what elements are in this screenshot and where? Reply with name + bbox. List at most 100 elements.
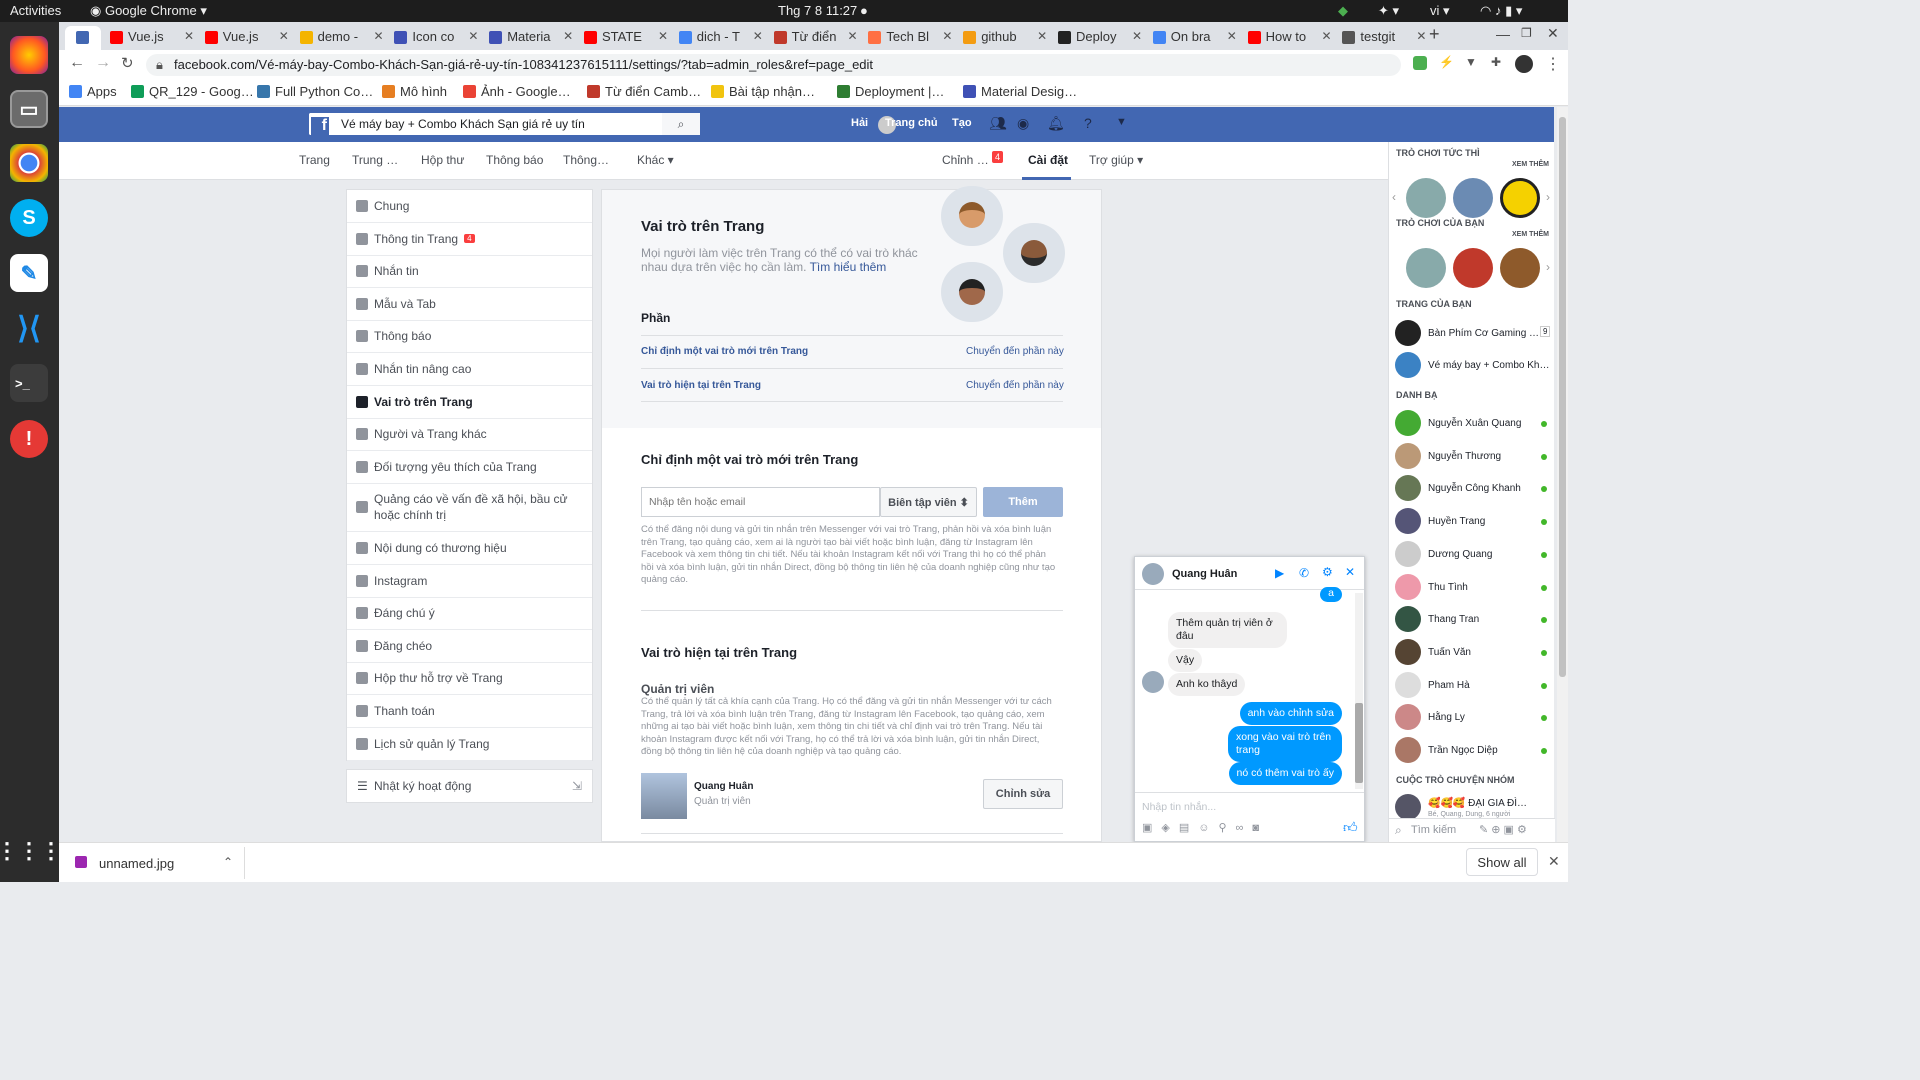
language-indicator[interactable]: vi ▾	[1430, 3, 1450, 19]
tab-page-nav-4[interactable]: Thông báo	[486, 153, 543, 167]
show-apps-icon[interactable]: ⋮⋮⋮	[0, 832, 62, 870]
phone-call-icon[interactable]: ✆	[1299, 566, 1309, 580]
jump-link-assign[interactable]: Chuyển đến phần này	[966, 346, 1064, 357]
chevron-up-icon[interactable]: ⌃	[223, 855, 233, 869]
extension-vue-icon[interactable]: ▼	[1465, 55, 1477, 69]
download-file-name[interactable]: unnamed.jpg	[99, 856, 174, 871]
close-tab-icon[interactable]: ✕	[468, 29, 478, 43]
minimize-icon[interactable]: —	[1496, 26, 1510, 42]
accessibility-icon[interactable]: ✦ ▾	[1378, 3, 1399, 19]
contact-item[interactable]: Trần Ngọc Diệp	[1395, 737, 1547, 765]
facebook-logo-icon[interactable]: f	[309, 113, 331, 135]
settings-menu-item[interactable]: Nội dung có thương hiệu	[347, 532, 592, 565]
see-more-games[interactable]: XEM THÊM	[1512, 161, 1549, 168]
clock[interactable]: Thg 7 8 11:27	[778, 3, 857, 18]
like-thumb-icon[interactable]: 👍︎	[1343, 819, 1358, 836]
game-avatar[interactable]	[1406, 178, 1446, 218]
wifi-icon[interactable]: ◠ ♪ ▮ ▾	[1480, 3, 1522, 19]
game-avatar[interactable]	[1453, 178, 1493, 218]
settings-menu-item[interactable]: Chung	[347, 190, 592, 223]
tab-page-nav-5[interactable]: Thông…	[563, 153, 609, 167]
role-select[interactable]: Biên tập viên ⬍	[880, 487, 977, 517]
edit-admin-button[interactable]: Chỉnh sửa	[983, 779, 1063, 809]
new-tab-icon[interactable]: +	[1429, 24, 1440, 45]
app-menu[interactable]: ◉ Google Chrome ▾	[90, 3, 207, 19]
close-tab-icon[interactable]: ✕	[658, 29, 668, 43]
messenger-icon[interactable]: ◉	[1017, 115, 1029, 132]
settings-gear-icon[interactable]: ⚙	[1322, 565, 1333, 579]
sidebar-search[interactable]: ⌕ Tìm kiếm ✎ ⊕ ▣ ⚙	[1389, 818, 1555, 842]
vscode-icon[interactable]: ⟩⟨	[10, 309, 48, 347]
settings-menu-item[interactable]: Hộp thư hỗ trợ về Trang	[347, 662, 592, 696]
adblock-icon[interactable]	[1413, 56, 1427, 70]
omnibox-url[interactable]: 🔒︎ facebook.com/Vé-máy-bay-Combo-Khách-S…	[146, 54, 1401, 76]
settings-menu-item[interactable]: Đối tượng yêu thích của Trang	[347, 451, 592, 484]
home-link[interactable]: Trang chủ	[885, 117, 938, 129]
settings-menu-item[interactable]: Đáng chú ý	[347, 597, 592, 631]
tab-2[interactable]: Vue.js ✕	[199, 26, 293, 50]
settings-menu-item[interactable]: Quảng cáo về vấn đề xã hội, bầu cử hoặc …	[347, 483, 592, 533]
tab-page-nav-2[interactable]: Trung …	[352, 153, 398, 167]
close-tab-icon[interactable]: ✕	[848, 29, 858, 43]
close-tab-icon[interactable]: ✕	[942, 29, 952, 43]
tab-7[interactable]: dich - T ✕	[673, 26, 767, 50]
forward-icon[interactable]: →	[95, 54, 111, 72]
name-or-email-input[interactable]	[641, 487, 880, 517]
carousel-left-icon[interactable]: ‹	[1392, 190, 1396, 204]
firefox-icon[interactable]	[10, 36, 48, 74]
activities-button[interactable]: Activities	[10, 3, 61, 18]
jump-link-current[interactable]: Chuyển đến phần này	[966, 380, 1064, 391]
settings-menu-item[interactable]: Thanh toán	[347, 695, 592, 728]
tab-5[interactable]: Materia ✕	[483, 26, 577, 50]
tab-3[interactable]: demo - ✕	[294, 26, 388, 50]
contact-item[interactable]: Dương Quang	[1395, 540, 1547, 569]
contact-item[interactable]: Thu Tình	[1395, 573, 1547, 602]
settings-menu-item[interactable]: Mẫu và Tab	[347, 288, 592, 321]
chrome-dock-icon[interactable]	[10, 144, 48, 182]
game-casino-icon[interactable]	[1500, 248, 1540, 288]
tab-edit-page[interactable]: Chỉnh …	[942, 153, 989, 167]
extensions-puzzle-icon[interactable]: ✚	[1491, 55, 1501, 69]
tab-help[interactable]: Trợ giúp ▾	[1089, 153, 1143, 167]
contact-item[interactable]: Nguyễn Thương	[1395, 442, 1547, 471]
tab-page-nav-1[interactable]: Trang	[299, 153, 330, 167]
see-more-your-games[interactable]: XEM THÊM	[1512, 231, 1549, 238]
carousel-right-icon[interactable]: ›	[1546, 260, 1550, 274]
extension-bolt-icon[interactable]: ⚡	[1439, 55, 1454, 69]
learn-more-link[interactable]: Tìm hiểu thêm	[810, 260, 887, 274]
contact-item[interactable]: Nguyễn Công Khanh	[1395, 475, 1547, 503]
contact-item[interactable]: Pham Hà	[1395, 671, 1547, 700]
carousel-right-icon[interactable]: ›	[1546, 190, 1550, 204]
tab-1[interactable]: Vue.js ✕	[104, 26, 198, 50]
skype-icon[interactable]: S	[10, 199, 48, 237]
create-link[interactable]: Tạo	[952, 117, 972, 129]
tab-11[interactable]: Deploy ✕	[1052, 26, 1146, 50]
contact-item[interactable]: Tuấn Văn	[1395, 638, 1547, 667]
bookmark-item[interactable]: Ảnh - Google…	[463, 84, 571, 99]
bookmark-item[interactable]: Full Python Co…	[257, 84, 373, 99]
close-chat-icon[interactable]: ✕	[1345, 565, 1355, 579]
user-name-link[interactable]: Hải	[851, 117, 868, 129]
activity-log-link[interactable]: ☰ Nhật ký hoạt động ⇲	[346, 769, 593, 803]
tab-4[interactable]: Icon co ✕	[388, 26, 482, 50]
close-tab-icon[interactable]: ✕	[1227, 29, 1237, 43]
chat-scrollbar[interactable]	[1355, 593, 1363, 789]
tab-14[interactable]: testgit ✕	[1336, 26, 1430, 50]
reload-icon[interactable]: ↻	[121, 54, 134, 72]
account-menu-icon[interactable]: ▼	[1116, 116, 1127, 128]
contact-item[interactable]: Thang Tran	[1395, 606, 1547, 634]
files-icon[interactable]: ▭	[10, 90, 48, 128]
close-tab-icon[interactable]: ✕	[1416, 29, 1426, 43]
section-link-current[interactable]: Vai trò hiện tại trên Trang	[641, 380, 761, 391]
contact-item[interactable]: Nguyễn Xuân Quang	[1395, 410, 1547, 438]
contact-item[interactable]: Huyền Trang	[1395, 508, 1547, 536]
tab-settings[interactable]: Cài đặt	[1028, 153, 1068, 167]
bookmark-item[interactable]: Material Desig…	[963, 84, 1077, 99]
back-icon[interactable]: ←	[69, 54, 85, 72]
sidebar-actions-icon[interactable]: ✎ ⊕ ▣ ⚙	[1479, 823, 1527, 836]
restore-icon[interactable]: ❐	[1521, 26, 1532, 40]
search-icon[interactable]: ⌕	[662, 113, 700, 135]
add-role-button[interactable]: Thêm	[983, 487, 1063, 517]
settings-menu-item[interactable]: Người và Trang khác	[347, 418, 592, 452]
terminal-icon[interactable]: >_	[10, 364, 48, 402]
